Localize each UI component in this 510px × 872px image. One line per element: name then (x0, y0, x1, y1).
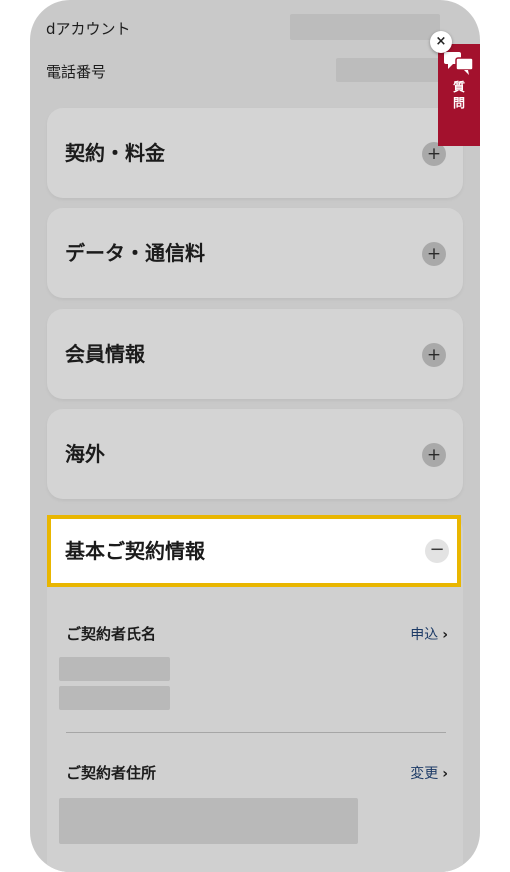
contractor-name-label: ご契約者氏名 (66, 625, 157, 643)
contractor-name-apply-link[interactable]: 申込 › (410, 624, 448, 644)
minus-icon[interactable]: − (425, 539, 449, 563)
accordion-member-info[interactable]: 会員情報 + (47, 309, 463, 399)
accordion-data-usage[interactable]: データ・通信料 + (47, 208, 463, 298)
question-char-1: 質 (452, 80, 465, 94)
question-widget[interactable]: 質 問 (438, 44, 480, 146)
d-account-value-masked (290, 14, 440, 40)
contractor-address-masked (59, 798, 358, 844)
phone-number-label: 電話番号 (46, 63, 107, 81)
contractor-address-label: ご契約者住所 (66, 764, 157, 782)
contractor-address-change-link[interactable]: 変更 › (410, 763, 448, 783)
phone-frame: dアカウント 電話番号 契約・料金 + データ・通信料 + 会員情報 + 海外 … (30, 0, 480, 872)
question-widget-close-button[interactable]: × (430, 31, 452, 53)
speech-bubbles-icon (444, 52, 474, 75)
plus-icon[interactable]: + (422, 343, 446, 367)
plus-icon[interactable]: + (422, 443, 446, 467)
basic-contract-accordion-header[interactable]: 基本ご契約情報 − (47, 515, 461, 587)
d-account-label: dアカウント (46, 20, 131, 38)
question-char-2: 問 (452, 96, 465, 110)
apply-link-label: 申込 (410, 627, 439, 643)
plus-icon[interactable]: + (422, 242, 446, 266)
contractor-name-masked-line-1 (59, 657, 170, 681)
chevron-right-icon: › (442, 627, 448, 643)
accordion-title: データ・通信料 (65, 241, 205, 265)
basic-contract-title: 基本ご契約情報 (65, 539, 205, 563)
accordion-title: 海外 (65, 442, 105, 466)
chevron-right-icon: › (442, 766, 448, 782)
contractor-name-masked-line-2 (59, 686, 170, 710)
accordion-title: 契約・料金 (65, 141, 165, 165)
accordion-overseas[interactable]: 海外 + (47, 409, 463, 499)
accordion-contract-fee[interactable]: 契約・料金 + (47, 108, 463, 198)
change-link-label: 変更 (410, 766, 439, 782)
row-divider (66, 732, 446, 733)
accordion-title: 会員情報 (65, 342, 145, 366)
phone-number-value-masked (336, 58, 440, 82)
